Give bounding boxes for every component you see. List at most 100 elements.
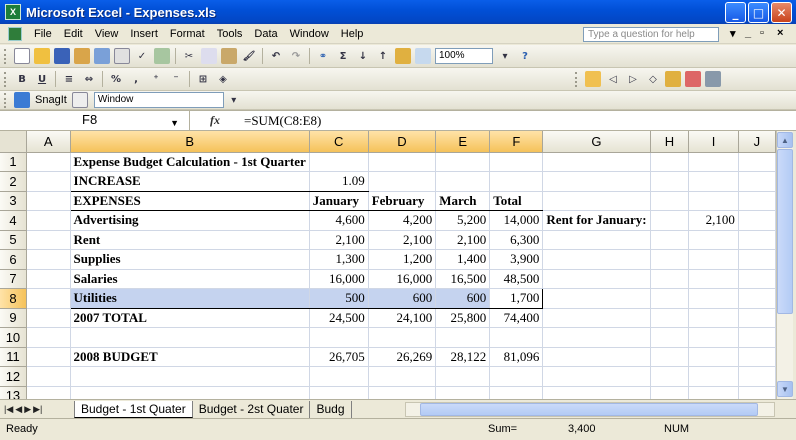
delete-comment-icon[interactable] <box>685 71 701 87</box>
cell-h10[interactable] <box>650 327 690 348</box>
chart-wizard-icon[interactable] <box>395 48 411 64</box>
cell-a3[interactable] <box>26 191 71 211</box>
tab-budget-1st-quarter[interactable]: Budget - 1st Quater <box>74 400 193 418</box>
vertical-scroll-thumb[interactable] <box>777 149 793 314</box>
menu-edit[interactable]: Edit <box>58 28 89 40</box>
cell-f6[interactable]: 3,900 <box>489 249 544 270</box>
column-header-b[interactable]: B <box>70 131 310 153</box>
new-icon[interactable] <box>14 48 30 64</box>
cell-a13[interactable] <box>26 386 71 399</box>
column-header-h[interactable]: H <box>650 131 690 153</box>
cell-j7[interactable] <box>738 269 776 289</box>
cell-a10[interactable] <box>26 327 71 348</box>
insert-function-icon[interactable]: fx <box>190 113 240 128</box>
cell-h7[interactable] <box>650 269 690 289</box>
cell-f9[interactable]: 74,400 <box>489 308 544 328</box>
cell-f1[interactable] <box>489 152 544 172</box>
cell-b4[interactable]: Advertising <box>70 210 310 231</box>
cell-e3[interactable]: March <box>435 191 491 211</box>
spelling-icon[interactable]: ✓ <box>134 48 150 64</box>
cell-b5[interactable]: Rent <box>70 230 310 250</box>
snagit-settings-icon[interactable] <box>71 92 88 108</box>
cell-e2[interactable] <box>435 171 491 192</box>
cell-j5[interactable] <box>738 230 776 250</box>
cell-h8[interactable] <box>650 288 690 309</box>
cell-d7[interactable]: 16,000 <box>368 269 437 289</box>
cell-e9[interactable]: 25,800 <box>435 308 491 328</box>
cell-b3[interactable]: EXPENSES <box>70 191 310 211</box>
cell-e11[interactable]: 28,122 <box>435 347 491 367</box>
help-dropdown-icon[interactable]: ▾ <box>730 27 736 40</box>
drawing-icon[interactable] <box>415 48 431 64</box>
permission-icon[interactable] <box>74 48 90 64</box>
cell-g11[interactable] <box>542 347 651 367</box>
doc-minimize-button[interactable]: _ <box>745 27 751 39</box>
close-button[interactable]: ✕ <box>771 2 792 23</box>
cell-g1[interactable] <box>542 152 651 172</box>
borders-icon[interactable]: ⊞ <box>195 71 211 87</box>
bold-icon[interactable]: B <box>14 71 30 87</box>
row-header-2[interactable]: 2 <box>0 171 27 192</box>
cell-i8[interactable] <box>688 288 739 309</box>
horizontal-scroll-thumb[interactable] <box>420 403 758 416</box>
show-comment-icon[interactable]: ◇ <box>645 71 661 87</box>
menu-file[interactable]: File <box>28 28 58 40</box>
percent-style-icon[interactable]: % <box>108 71 124 87</box>
cell-j12[interactable] <box>738 366 776 387</box>
menu-tools[interactable]: Tools <box>211 28 249 40</box>
zoom-dropdown-icon[interactable]: ▾ <box>497 48 513 64</box>
cell-i12[interactable] <box>688 366 739 387</box>
cell-d2[interactable] <box>368 171 437 192</box>
cell-g4[interactable]: Rent for January: <box>542 210 651 231</box>
doc-close-button[interactable]: × <box>777 27 783 39</box>
next-comment-icon[interactable]: ▷ <box>625 71 641 87</box>
cell-d6[interactable]: 1,200 <box>368 249 437 270</box>
row-header-8[interactable]: 8 <box>0 288 27 309</box>
cell-h6[interactable] <box>650 249 690 270</box>
vertical-scrollbar[interactable]: ▲ ▼ <box>776 131 793 399</box>
column-header-j[interactable]: J <box>738 131 776 153</box>
cell-d10[interactable] <box>368 327 437 348</box>
cell-h11[interactable] <box>650 347 690 367</box>
increase-decimal-icon[interactable]: ⁺ <box>148 71 164 87</box>
cell-e7[interactable]: 16,500 <box>435 269 491 289</box>
cell-f3[interactable]: Total <box>489 191 544 211</box>
cell-e5[interactable]: 2,100 <box>435 230 491 250</box>
first-sheet-icon[interactable]: |◀ <box>4 404 13 415</box>
cell-a12[interactable] <box>26 366 71 387</box>
doc-restore-button[interactable]: ▫ <box>760 27 764 39</box>
cell-e10[interactable] <box>435 327 491 348</box>
cell-g3[interactable] <box>542 191 651 211</box>
cell-h9[interactable] <box>650 308 690 328</box>
cell-h1[interactable] <box>650 152 690 172</box>
cell-c1[interactable] <box>309 152 369 172</box>
cell-d9[interactable]: 24,100 <box>368 308 437 328</box>
reviewing-icon[interactable] <box>585 71 601 87</box>
column-header-i[interactable]: I <box>688 131 739 153</box>
name-box[interactable]: F8 ▼ <box>0 111 190 130</box>
cell-c10[interactable] <box>309 327 369 348</box>
capture-mode-select[interactable]: Window <box>93 92 224 108</box>
cell-g2[interactable] <box>542 171 651 192</box>
last-sheet-icon[interactable]: ▶| <box>33 404 42 415</box>
menu-help[interactable]: Help <box>335 28 370 40</box>
undo-icon[interactable]: ↶ <box>268 48 284 64</box>
cell-e8[interactable]: 600 <box>435 288 491 309</box>
row-header-10[interactable]: 10 <box>0 327 27 348</box>
workbook-icon[interactable] <box>8 26 22 41</box>
cell-f4[interactable]: 14,000 <box>489 210 544 231</box>
copy-icon[interactable] <box>201 48 217 64</box>
cell-f5[interactable]: 6,300 <box>489 230 544 250</box>
cell-h12[interactable] <box>650 366 690 387</box>
scroll-up-icon[interactable]: ▲ <box>777 132 793 148</box>
cell-c2[interactable]: 1.09 <box>309 171 369 192</box>
cell-c3[interactable]: January <box>309 191 369 211</box>
cell-f12[interactable] <box>489 366 544 387</box>
help-icon[interactable]: ? <box>517 48 533 64</box>
column-header-f[interactable]: F <box>489 131 544 153</box>
print-preview-icon[interactable] <box>114 48 130 64</box>
cell-i1[interactable] <box>688 152 739 172</box>
column-header-d[interactable]: D <box>368 131 437 153</box>
cell-i5[interactable] <box>688 230 739 250</box>
cell-g7[interactable] <box>542 269 651 289</box>
